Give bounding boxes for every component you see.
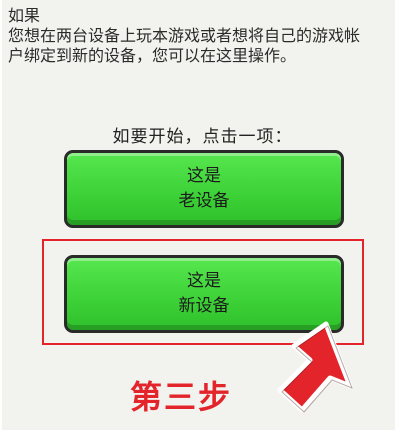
- intro-text: 如果 您想在两台设备上玩本游戏或者想将自己的游戏帐 户绑定到新的设备，您可以在这…: [8, 6, 392, 66]
- step-label: 第三步: [130, 378, 233, 416]
- new-device-button-line-1: 这是: [187, 271, 221, 291]
- intro-line-1: 如果: [8, 6, 41, 25]
- old-device-button-line-2: 老设备: [178, 191, 230, 211]
- old-device-button[interactable]: 这是 老设备: [64, 150, 344, 228]
- pointing-arrow-icon: [277, 321, 353, 413]
- intro-line-2: 您想在两台设备上玩本游戏或者想将自己的游戏帐: [8, 26, 361, 45]
- old-device-button-line-1: 这是: [187, 166, 221, 186]
- new-device-button-line-2: 新设备: [178, 296, 230, 316]
- intro-line-3: 户绑定到新的设备，您可以在这里操作。: [8, 46, 297, 65]
- choose-prompt: 如要开始，点击一项：: [112, 127, 293, 147]
